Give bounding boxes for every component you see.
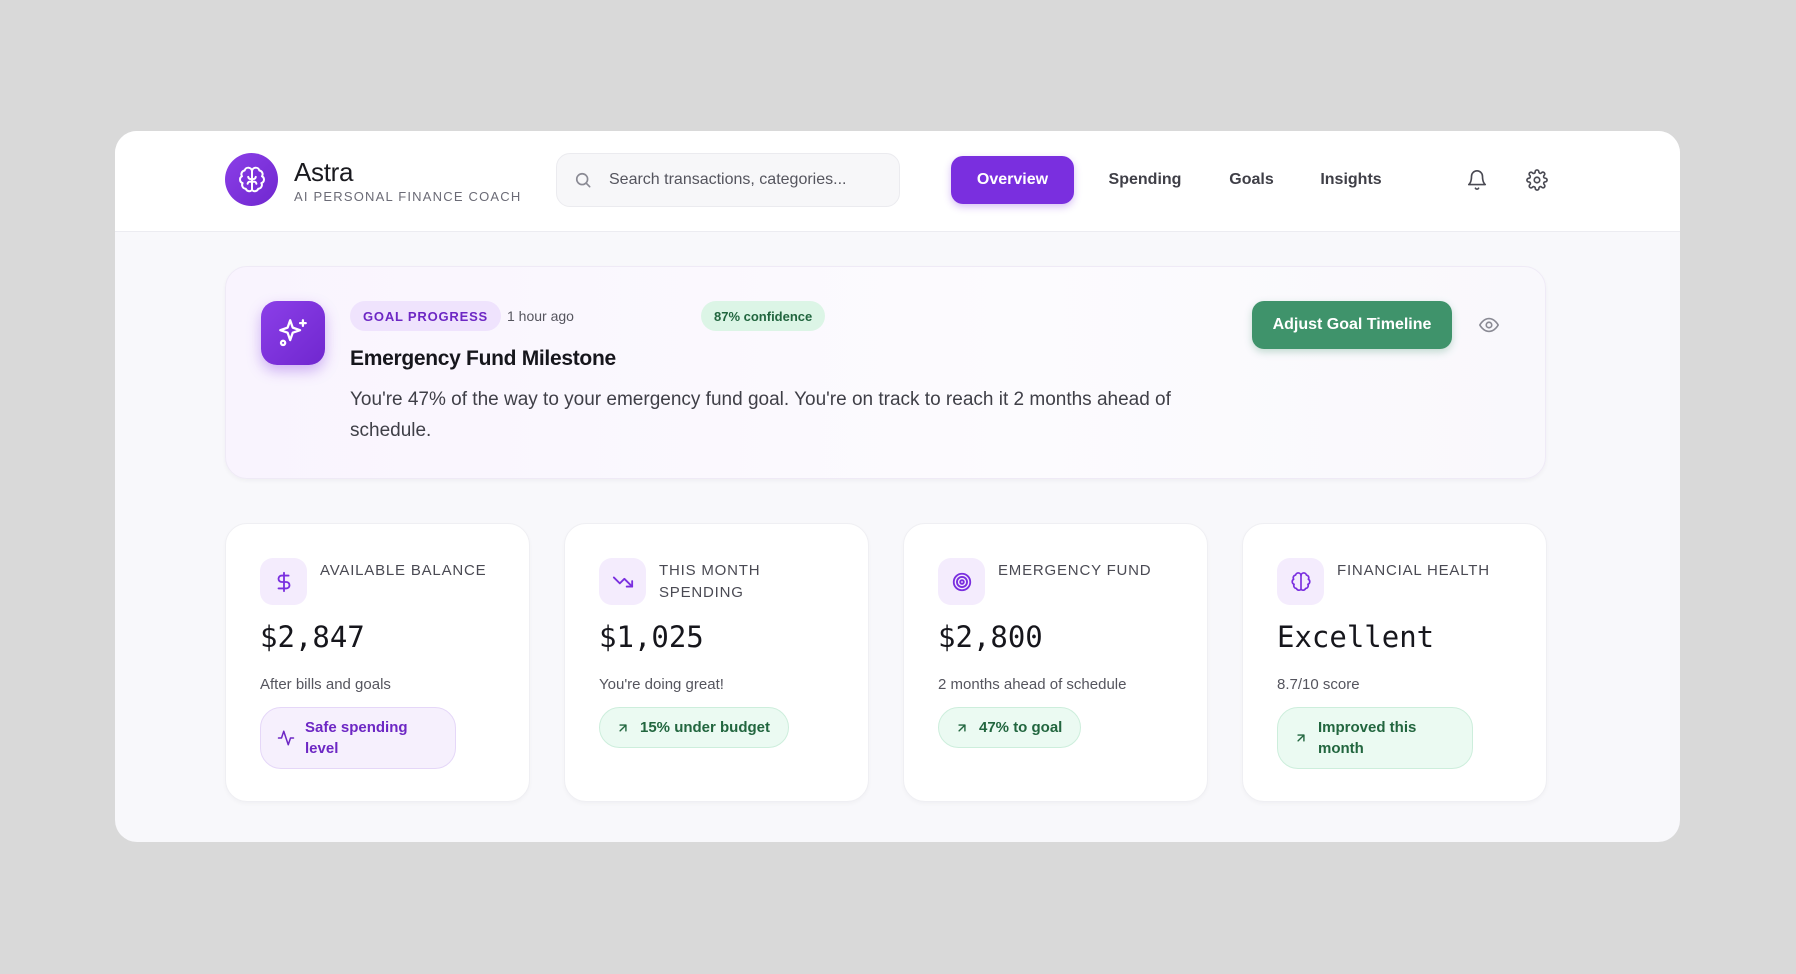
- tab-overview[interactable]: Overview: [951, 156, 1074, 204]
- target-icon: [938, 558, 985, 605]
- stat-value: Excellent: [1277, 620, 1435, 654]
- stat-card-financial-health[interactable]: FINANCIAL HEALTH Excellent 8.7/10 score …: [1242, 523, 1547, 802]
- brain-icon: [1277, 558, 1324, 605]
- stat-card-monthly-spending[interactable]: THIS MONTH SPENDING $1,025 You're doing …: [564, 523, 869, 802]
- app-window: Astra AI PERSONAL FINANCE COACH Overview…: [115, 131, 1680, 842]
- status-badge: Improved this month: [1277, 707, 1473, 769]
- adjust-goal-timeline-button[interactable]: Adjust Goal Timeline: [1252, 301, 1452, 349]
- insight-body: You're 47% of the way to your emergency …: [350, 389, 1171, 441]
- sparkles-icon: [261, 301, 325, 365]
- stat-subtext: 8.7/10 score: [1277, 676, 1360, 693]
- timestamp: 1 hour ago: [507, 308, 574, 324]
- status-badge: 15% under budget: [599, 707, 790, 748]
- confidence-badge: 87% confidence: [701, 301, 826, 331]
- stat-label: EMERGENCY FUND: [998, 562, 1152, 579]
- brain-logo-icon[interactable]: [225, 153, 278, 206]
- stat-label: THIS MONTH SPENDING: [659, 562, 761, 601]
- stat-value: $2,800: [938, 620, 1043, 654]
- tab-spending[interactable]: Spending: [1090, 156, 1200, 204]
- dollar-icon: [260, 558, 307, 605]
- insight-title: Emergency Fund Milestone: [350, 347, 616, 370]
- status-text: Improved this month: [1318, 719, 1417, 757]
- insight-card: GOAL PROGRESS 1 hour ago 87% confidence …: [225, 266, 1546, 479]
- app-subtitle: AI PERSONAL FINANCE COACH: [294, 189, 522, 204]
- stat-label: FINANCIAL HEALTH: [1337, 562, 1490, 579]
- search-box: [556, 153, 900, 207]
- stat-value: $2,847: [260, 620, 365, 654]
- search-input[interactable]: [609, 154, 889, 206]
- eye-icon[interactable]: [1474, 310, 1504, 340]
- arrow-up-right-icon: [616, 721, 630, 735]
- stat-subtext: 2 months ahead of schedule: [938, 676, 1127, 693]
- stat-card-emergency-fund[interactable]: EMERGENCY FUND $2,800 2 months ahead of …: [903, 523, 1208, 802]
- tab-insights[interactable]: Insights: [1303, 156, 1399, 204]
- bell-icon[interactable]: [1461, 164, 1493, 196]
- arrow-up-right-icon: [955, 721, 969, 735]
- stat-label: AVAILABLE BALANCE: [320, 562, 487, 579]
- status-badge: 47% to goal: [938, 707, 1082, 748]
- app-name: Astra: [294, 157, 354, 187]
- status-text: 47% to goal: [979, 719, 1063, 736]
- stat-subtext: You're doing great!: [599, 676, 724, 693]
- tab-goals[interactable]: Goals: [1210, 156, 1293, 204]
- status-badge: Safe spending level: [260, 707, 456, 769]
- gear-icon[interactable]: [1521, 164, 1553, 196]
- status-text: 15% under budget: [640, 719, 771, 736]
- stat-card-available-balance[interactable]: AVAILABLE BALANCE $2,847 After bills and…: [225, 523, 530, 802]
- status-text: Safe spending level: [305, 719, 408, 757]
- category-badge: GOAL PROGRESS: [350, 301, 502, 331]
- trending-down-icon: [599, 558, 646, 605]
- search-icon: [573, 170, 593, 195]
- top-header: Astra AI PERSONAL FINANCE COACH Overview…: [115, 131, 1680, 232]
- activity-icon: [277, 729, 295, 747]
- stat-value: $1,025: [599, 620, 704, 654]
- stat-subtext: After bills and goals: [260, 676, 391, 693]
- arrow-up-right-icon: [1294, 731, 1308, 745]
